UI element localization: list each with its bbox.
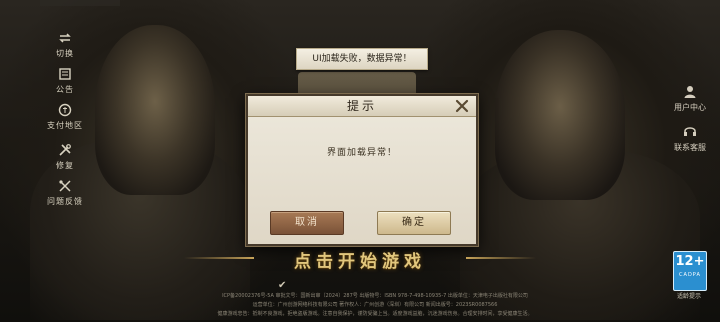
side-btn-label: 公告	[56, 85, 74, 94]
error-toast: UI加载失败，数据异常！	[296, 48, 428, 70]
side-btn-payment-region[interactable]: 支付地区	[35, 102, 95, 131]
close-icon[interactable]	[454, 98, 470, 114]
game-login-screen: 切换 公告 支付地区 修复 问题反馈 用户中心 联系客服 UI加载失败，数据异常…	[0, 0, 720, 322]
user-center-icon	[684, 86, 696, 98]
side-btn-label: 修复	[56, 161, 74, 170]
dialog-message: 界面加载异常！	[326, 148, 397, 158]
payment-region-icon	[58, 103, 72, 117]
side-btn-feedback[interactable]: 问题反馈	[35, 178, 95, 207]
dialog-title: 提示	[346, 99, 377, 113]
confirm-button[interactable]: 确定	[377, 211, 451, 235]
start-game-button[interactable]: 点击开始游戏	[240, 247, 480, 272]
right-warrior-portrait	[495, 30, 625, 200]
legal-line: 健康游戏忠告：抵制不良游戏，拒绝盗版游戏。注意自我保护，谨防受骗上当。适度游戏益…	[217, 311, 533, 317]
side-btn-label: 问题反馈	[47, 197, 83, 206]
age-rating-label: 适龄提示	[676, 293, 701, 300]
agreement-checkbox-icon[interactable]: ✔	[278, 280, 286, 291]
cancel-button[interactable]: 取消	[270, 211, 344, 235]
side-btn-announcement[interactable]: 公告	[35, 66, 95, 95]
side-btn-label: 支付地区	[47, 121, 83, 130]
announcement-icon	[59, 68, 71, 80]
age-rating-badge[interactable]: 12+ CADPA	[673, 251, 707, 291]
left-warrior-portrait	[95, 25, 215, 195]
side-btn-switch[interactable]: 切换	[35, 30, 95, 59]
side-btn-label: 切换	[56, 49, 74, 58]
age-rating-org: CADPA	[679, 272, 701, 278]
feedback-icon	[59, 180, 71, 192]
side-btn-repair[interactable]: 修复	[35, 142, 95, 171]
age-rating-number: 12+	[675, 254, 705, 269]
customer-service-label: 联系客服	[674, 143, 706, 152]
dialog-header: 提示	[248, 96, 476, 117]
legal-line: ICP备20002376号-5A 审批文号：国新出审〔2024〕287号 出版物…	[222, 293, 528, 299]
user-center-button[interactable]: 用户中心	[666, 84, 714, 113]
customer-service-button[interactable]: 联系客服	[666, 124, 714, 153]
user-center-label: 用户中心	[674, 103, 706, 112]
customer-service-icon	[684, 127, 696, 136]
switch-account-icon	[59, 33, 71, 43]
repair-tools-icon	[59, 144, 71, 156]
version-strip	[40, 0, 120, 6]
legal-line: 运营单位：广州创游网络科技有限公司 著作权人：广州创游（深圳）有限公司 新闻出版…	[252, 302, 498, 308]
dialog-body: 界面加载异常！ 取消 确定	[248, 117, 476, 244]
alert-dialog: 提示 界面加载异常！ 取消 确定	[246, 94, 478, 246]
